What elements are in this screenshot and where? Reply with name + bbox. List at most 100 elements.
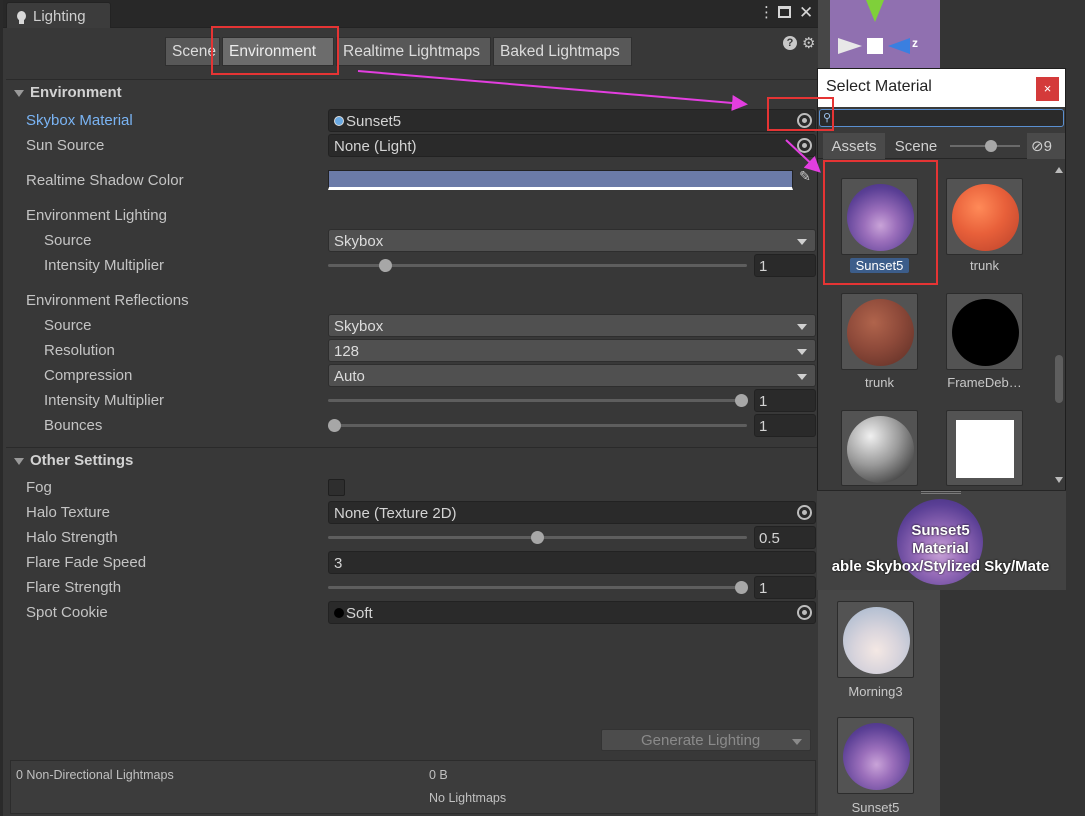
tab-scene-objects[interactable]: Scene [888, 133, 944, 159]
spot-cookie-field[interactable]: Soft [328, 601, 816, 624]
lighting-tab-label: Lighting [33, 8, 86, 25]
object-picker-icon[interactable] [797, 605, 812, 620]
halo-texture-value: None (Texture 2D) [334, 505, 457, 522]
gizmo-y-axis-icon[interactable] [866, 0, 884, 22]
object-picker-icon[interactable] [797, 138, 812, 153]
scroll-down-icon[interactable] [1055, 477, 1063, 483]
compression-label: Compression [44, 367, 133, 384]
generate-lighting-button[interactable]: Generate Lighting [601, 729, 811, 751]
bounces-slider[interactable] [328, 419, 747, 432]
gizmo-z-label: z [912, 36, 918, 50]
dialog-title: Select Material [826, 78, 932, 95]
flare-strength-input[interactable]: 1 [754, 576, 816, 599]
preview-name: Sunset5 [911, 522, 970, 539]
reflection-source-dropdown[interactable]: Skybox [328, 314, 816, 337]
lighting-intensity-slider[interactable] [328, 259, 747, 272]
bounces-input[interactable]: 1 [754, 414, 816, 437]
search-input[interactable]: ⚲ [819, 109, 1064, 127]
maximize-icon[interactable] [778, 6, 791, 18]
material-label: trunk [865, 375, 894, 390]
sun-source-label: Sun Source [26, 137, 105, 154]
slider-knob[interactable] [735, 581, 748, 594]
tab-realtime-label: Realtime Lightmaps [343, 43, 480, 60]
chevron-down-icon[interactable] [792, 739, 802, 745]
environment-reflections-label: Environment Reflections [26, 292, 189, 309]
resolution-value: 128 [334, 343, 360, 360]
material-preview-panel: Sunset5 Material able Skybox/Stylized Sk… [817, 490, 1066, 590]
tab-baked-lightmaps[interactable]: Baked Lightmaps [493, 37, 632, 66]
gizmo-center-icon[interactable] [867, 38, 883, 54]
resolution-dropdown[interactable]: 128 [328, 339, 816, 362]
other-settings-section-header[interactable]: Other Settings [6, 447, 821, 473]
lighting-intensity-input[interactable]: 1 [754, 254, 816, 277]
flare-strength-label: Flare Strength [26, 579, 122, 596]
texture-icon [334, 608, 344, 618]
reflection-intensity-label: Intensity Multiplier [44, 392, 165, 409]
lightmaps-count: 0 Non-Directional Lightmaps [16, 768, 174, 782]
material-item-trunk[interactable] [946, 178, 1023, 255]
tab-assets[interactable]: Assets [823, 133, 885, 159]
reflection-intensity-slider[interactable] [328, 394, 748, 407]
lighting-source-label: Source [44, 232, 92, 249]
material-item-white[interactable] [946, 410, 1023, 486]
sun-source-field[interactable]: None (Light) [328, 134, 816, 157]
fog-checkbox[interactable] [328, 479, 345, 496]
foldout-triangle-icon[interactable] [14, 458, 24, 465]
environment-section-header[interactable]: Environment [6, 79, 821, 105]
halo-strength-slider[interactable] [328, 531, 747, 544]
material-item-framedebugger[interactable] [946, 293, 1023, 370]
fog-label: Fog [26, 479, 52, 496]
flare-strength-slider[interactable] [328, 581, 748, 594]
reflection-intensity-value: 1 [759, 393, 768, 410]
zoom-slider[interactable] [950, 140, 1020, 152]
slider-knob[interactable] [379, 259, 392, 272]
slider-knob[interactable] [985, 140, 997, 152]
material-item-default[interactable] [841, 410, 918, 486]
foldout-triangle-icon[interactable] [14, 90, 24, 97]
scrollbar[interactable] [1055, 165, 1065, 487]
object-picker-icon[interactable] [797, 505, 812, 520]
asset-sunset5[interactable] [837, 717, 914, 794]
material-item-trunk[interactable] [841, 293, 918, 370]
slider-knob[interactable] [328, 419, 341, 432]
eye-slash-icon: ⊘ [1031, 138, 1044, 155]
resize-handle[interactable] [921, 491, 961, 494]
skybox-material-field[interactable]: Sunset5 [328, 109, 816, 132]
lighting-source-dropdown[interactable]: Skybox [328, 229, 816, 252]
slider-knob[interactable] [735, 394, 748, 407]
halo-strength-input[interactable]: 0.5 [754, 526, 816, 549]
asset-morning3[interactable] [837, 601, 914, 678]
material-preview [956, 420, 1014, 478]
annotation-box-object-picker [767, 97, 834, 131]
material-label: FrameDeb… [947, 375, 1022, 390]
lighting-tab[interactable]: Lighting [6, 2, 111, 28]
annotation-box-environment-tab [211, 26, 339, 75]
gizmo-z-axis-icon[interactable] [888, 38, 910, 54]
flare-fade-speed-label: Flare Fade Speed [26, 554, 147, 571]
shadow-color-swatch[interactable] [328, 170, 793, 190]
flare-fade-speed-input[interactable]: 3 [328, 551, 816, 574]
dialog-close-button[interactable]: × [1036, 77, 1059, 101]
reflection-intensity-input[interactable]: 1 [754, 389, 816, 412]
kebab-icon[interactable]: ⋮ [759, 4, 774, 22]
gear-icon[interactable]: ⚙ [802, 34, 815, 52]
help-icon[interactable]: ? [783, 36, 797, 50]
flare-strength-value: 1 [759, 580, 768, 597]
flare-fade-speed-value: 3 [334, 555, 343, 572]
eyedropper-icon[interactable]: ✎ [794, 168, 816, 190]
scroll-up-icon[interactable] [1055, 167, 1063, 173]
compression-dropdown[interactable]: Auto [328, 364, 816, 387]
close-icon[interactable]: ✕ [799, 4, 813, 22]
tab-realtime-lightmaps[interactable]: Realtime Lightmaps [336, 37, 491, 66]
hidden-packages-toggle[interactable]: ⊘9 [1027, 133, 1065, 159]
environment-header-label: Environment [30, 84, 122, 101]
reflection-source-label: Source [44, 317, 92, 334]
slider-knob[interactable] [531, 531, 544, 544]
scene-gizmo[interactable]: z [830, 0, 940, 68]
annotation-box-sunset5-item [823, 160, 938, 285]
halo-texture-field[interactable]: None (Texture 2D) [328, 501, 816, 524]
gizmo-x-axis-icon[interactable] [838, 38, 862, 54]
tab-scene-label: Scene [894, 138, 938, 155]
halo-texture-label: Halo Texture [26, 504, 110, 521]
scrollbar-thumb[interactable] [1055, 355, 1063, 403]
